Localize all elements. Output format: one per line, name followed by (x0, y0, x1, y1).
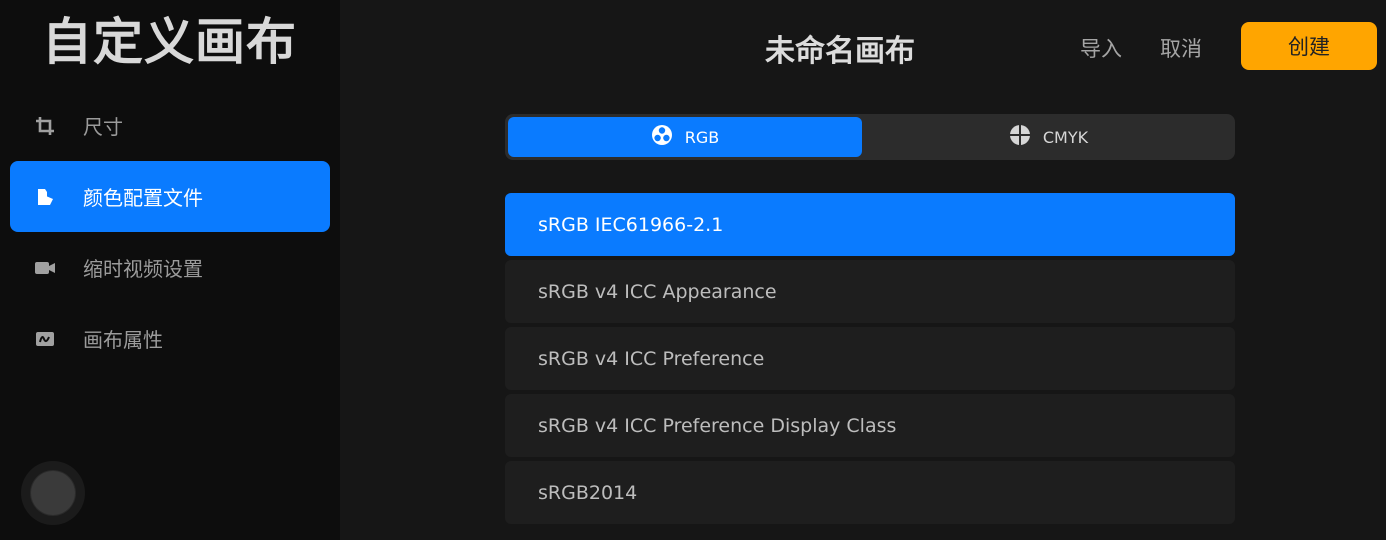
profile-label: sRGB2014 (538, 481, 638, 504)
sidebar-item-label: 缩时视频设置 (83, 257, 203, 281)
create-button[interactable]: 创建 (1241, 22, 1377, 70)
sidebar-item-label: 尺寸 (83, 115, 123, 139)
segment-cmyk[interactable]: CMYK (865, 117, 1232, 157)
cancel-button[interactable]: 取消 (1160, 33, 1202, 63)
color-profile-icon (34, 186, 56, 208)
sidebar-item-label: 颜色配置文件 (83, 186, 203, 210)
color-mode-segmented-control: RGB CMYK (505, 114, 1235, 160)
import-button[interactable]: 导入 (1080, 33, 1122, 63)
sidebar-item-size[interactable]: 尺寸 (10, 90, 330, 161)
segment-label: RGB (684, 127, 720, 147)
color-profile-list: sRGB IEC61966-2.1 sRGB v4 ICC Appearance… (505, 193, 1235, 528)
canvas-title[interactable]: 未命名画布 (740, 26, 940, 70)
custom-canvas-dialog: 自定义画布 尺寸 颜色配置文件 缩时视频设置 画布属性 未命名画布 导入 取消 … (0, 0, 1386, 540)
sidebar: 自定义画布 尺寸 颜色配置文件 缩时视频设置 画布属性 (0, 0, 340, 540)
avatar (31, 471, 75, 515)
list-item[interactable]: sRGB v4 ICC Appearance (505, 260, 1235, 323)
profile-label: sRGB v4 ICC Appearance (538, 280, 777, 303)
list-item[interactable]: sRGB v4 ICC Preference (505, 327, 1235, 390)
sidebar-item-label: 画布属性 (83, 328, 163, 352)
list-item[interactable]: sRGB2014 (505, 461, 1235, 524)
canvas-properties-icon (34, 328, 56, 350)
segment-label: CMYK (1042, 127, 1089, 147)
cmyk-icon (1009, 124, 1031, 150)
sidebar-title: 自定义画布 (42, 13, 297, 71)
segment-rgb[interactable]: RGB (508, 117, 862, 157)
sidebar-item-canvas-properties[interactable]: 画布属性 (10, 303, 330, 374)
sidebar-item-color-profile[interactable]: 颜色配置文件 (10, 161, 330, 232)
rgb-icon (651, 124, 673, 150)
video-camera-icon (34, 257, 56, 279)
profile-label: sRGB v4 ICC Preference Display Class (538, 414, 897, 437)
sidebar-nav: 尺寸 颜色配置文件 缩时视频设置 画布属性 (10, 90, 330, 374)
list-item[interactable]: sRGB v4 ICC Preference Display Class (505, 394, 1235, 457)
crop-icon (34, 115, 56, 137)
profile-label: sRGB IEC61966-2.1 (538, 213, 724, 236)
list-item[interactable]: sRGB IEC61966-2.1 (505, 193, 1235, 256)
avatar-button[interactable] (21, 461, 85, 525)
sidebar-item-timelapse[interactable]: 缩时视频设置 (10, 232, 330, 303)
profile-label: sRGB v4 ICC Preference (538, 347, 765, 370)
